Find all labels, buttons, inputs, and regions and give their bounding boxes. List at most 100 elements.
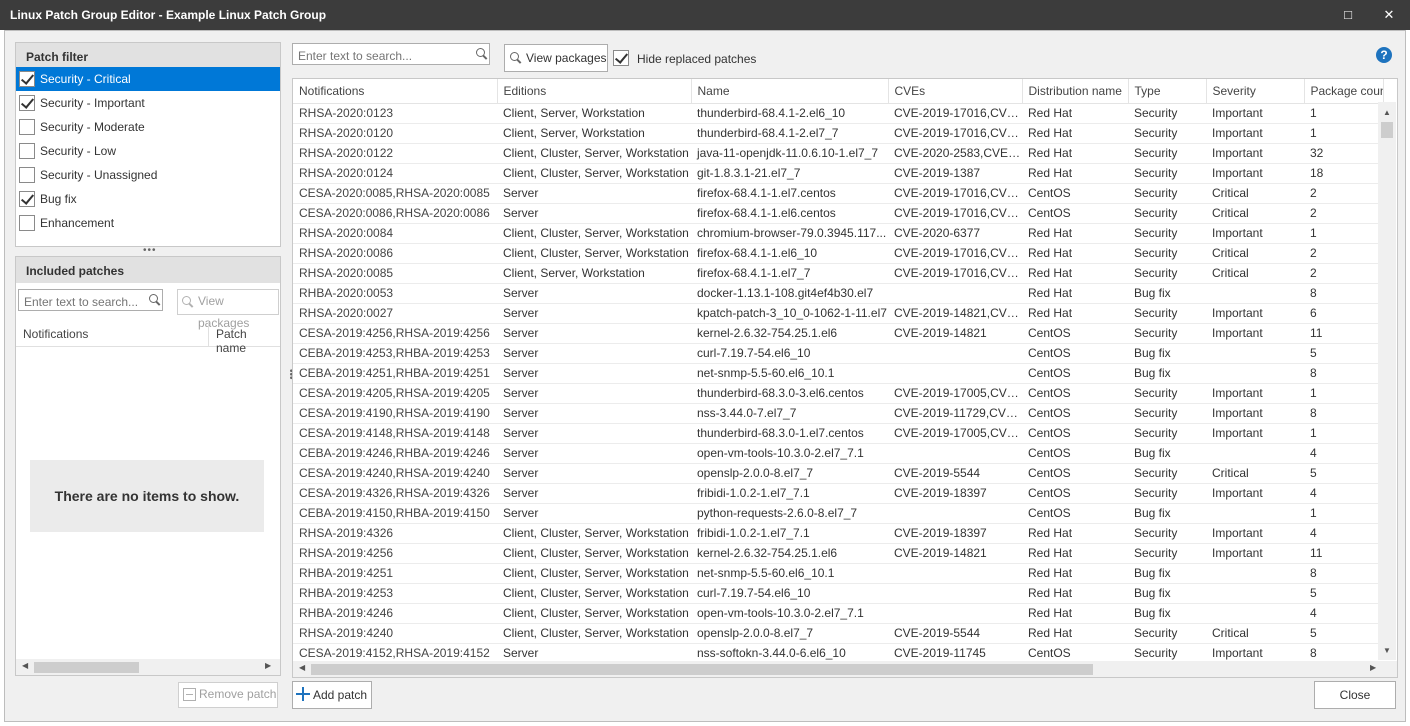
table-cell: 8 bbox=[1304, 403, 1383, 424]
table-row[interactable]: CEBA-2019:4150,RHBA-2019:4150 Server pytho… bbox=[293, 503, 1383, 524]
scrollbar-thumb[interactable] bbox=[1381, 122, 1393, 138]
table-cell: CentOS bbox=[1022, 443, 1128, 464]
grid-horizontal-scrollbar[interactable]: ◀ ▶ bbox=[293, 661, 1397, 677]
table-row[interactable]: RHSA-2020:0084 Client, Cluster, Server, W… bbox=[293, 223, 1383, 244]
column-header-package-count[interactable]: Package count bbox=[1304, 79, 1384, 104]
included-horizontal-scrollbar[interactable]: ◀ ▶ bbox=[16, 659, 280, 675]
table-cell: CVE-2019-17005,CVE... bbox=[888, 383, 1022, 404]
scroll-right-icon[interactable]: ▶ bbox=[265, 661, 271, 670]
checkbox-icon[interactable] bbox=[613, 50, 629, 66]
close-window-button[interactable]: ✕ bbox=[1377, 5, 1401, 25]
checkbox-icon[interactable] bbox=[19, 71, 35, 87]
column-header-notifications[interactable]: Notifications bbox=[23, 327, 88, 341]
checkbox-icon[interactable] bbox=[19, 143, 35, 159]
table-cell bbox=[888, 363, 1022, 384]
table-cell: Important bbox=[1206, 143, 1304, 164]
column-header-patch-name[interactable]: Patch name bbox=[216, 327, 280, 355]
table-cell: python-requests-2.6.0-8.el7_7 bbox=[691, 503, 888, 524]
checkbox-icon[interactable] bbox=[19, 167, 35, 183]
table-row[interactable]: CESA-2019:4240,RHSA-2019:4240 Server opens… bbox=[293, 463, 1383, 484]
table-row[interactable]: RHBA-2019:4246 Client, Cluster, Server, W… bbox=[293, 603, 1383, 624]
table-row[interactable]: RHBA-2020:0053 Server docker-1.13.1-108.gi… bbox=[293, 283, 1383, 304]
included-search-input[interactable] bbox=[18, 289, 163, 311]
scroll-left-icon[interactable]: ◀ bbox=[22, 661, 28, 670]
checkbox-icon[interactable] bbox=[19, 191, 35, 207]
table-cell: CentOS bbox=[1022, 503, 1128, 524]
table-row[interactable]: RHSA-2019:4326 Client, Cluster, Server, W… bbox=[293, 523, 1383, 544]
table-row[interactable]: RHSA-2020:0124 Client, Cluster, Server, W… bbox=[293, 163, 1383, 184]
search-icon[interactable] bbox=[476, 48, 488, 60]
column-header-notifications[interactable]: Notifications bbox=[293, 79, 498, 104]
table-row[interactable]: CESA-2019:4152,RHSA-2019:4152 Server nss-s… bbox=[293, 643, 1383, 664]
filter-item-enhancement[interactable]: Enhancement bbox=[16, 211, 280, 235]
column-header-severity[interactable]: Severity bbox=[1206, 79, 1305, 104]
scroll-left-icon[interactable]: ◀ bbox=[299, 663, 305, 672]
table-row[interactable]: CEBA-2019:4251,RHBA-2019:4251 Server net-s… bbox=[293, 363, 1383, 384]
table-cell: fribidi-1.0.2-1.el7_7.1 bbox=[691, 523, 888, 544]
table-row[interactable]: RHBA-2019:4253 Client, Cluster, Server, W… bbox=[293, 583, 1383, 604]
close-button[interactable]: Close bbox=[1314, 681, 1396, 709]
scrollbar-thumb[interactable] bbox=[34, 662, 139, 673]
scroll-up-icon[interactable]: ▲ bbox=[1383, 108, 1391, 117]
table-row[interactable]: RHSA-2019:4240 Client, Cluster, Server, W… bbox=[293, 623, 1383, 644]
checkbox-icon[interactable] bbox=[19, 95, 35, 111]
help-icon[interactable]: ? bbox=[1376, 47, 1392, 63]
table-row[interactable]: RHSA-2020:0086 Client, Cluster, Server, W… bbox=[293, 243, 1383, 264]
table-row[interactable]: RHSA-2019:4256 Client, Cluster, Server, W… bbox=[293, 543, 1383, 564]
table-cell: CVE-2019-14821 bbox=[888, 543, 1022, 564]
table-row[interactable]: RHSA-2020:0085 Client, Server, Workstatio… bbox=[293, 263, 1383, 284]
scroll-down-icon[interactable]: ▼ bbox=[1383, 646, 1391, 655]
column-header-name[interactable]: Name bbox=[691, 79, 889, 104]
add-patch-button[interactable]: Add patch bbox=[292, 681, 372, 709]
column-header-distribution-name[interactable]: Distribution name bbox=[1022, 79, 1129, 104]
table-row[interactable]: CESA-2019:4148,RHSA-2019:4148 Server thund… bbox=[293, 423, 1383, 444]
table-row[interactable]: RHBA-2019:4251 Client, Cluster, Server, W… bbox=[293, 563, 1383, 584]
table-row[interactable]: CESA-2019:4190,RHSA-2019:4190 Server nss-3… bbox=[293, 403, 1383, 424]
table-row[interactable]: RHSA-2020:0122 Client, Cluster, Server, W… bbox=[293, 143, 1383, 164]
checkbox-icon[interactable] bbox=[19, 215, 35, 231]
patch-search-input[interactable] bbox=[292, 43, 490, 65]
column-divider[interactable] bbox=[208, 321, 209, 347]
table-row[interactable]: CESA-2019:4256,RHSA-2019:4256 Server kerne… bbox=[293, 323, 1383, 344]
search-icon[interactable] bbox=[149, 294, 161, 306]
filter-item-security-moderate[interactable]: Security - Moderate bbox=[16, 115, 280, 139]
hide-replaced-label: Hide replaced patches bbox=[637, 52, 757, 66]
table-cell: RHSA-2019:4240 bbox=[293, 623, 497, 644]
table-cell: kernel-2.6.32-754.25.1.el6 bbox=[691, 323, 888, 344]
table-row[interactable]: CESA-2020:0085,RHSA-2020:0085 Server firef… bbox=[293, 183, 1383, 204]
table-cell: firefox-68.4.1-1.el6_10 bbox=[691, 243, 888, 264]
included-view-packages-button[interactable]: View packages bbox=[177, 289, 279, 330]
column-header-editions[interactable]: Editions bbox=[497, 79, 692, 104]
table-cell: Security bbox=[1128, 523, 1206, 544]
filter-item-security-unassigned[interactable]: Security - Unassigned bbox=[16, 163, 280, 187]
table-row[interactable]: RHSA-2020:0120 Client, Server, Workstatio… bbox=[293, 123, 1383, 144]
table-cell: Red Hat bbox=[1022, 603, 1128, 624]
grid-vertical-scrollbar[interactable]: ▲ ▼ bbox=[1378, 102, 1396, 660]
filter-item-security-critical[interactable]: Security - Critical bbox=[16, 67, 280, 91]
table-row[interactable]: CESA-2019:4326,RHSA-2019:4326 Server fribi… bbox=[293, 483, 1383, 504]
scrollbar-thumb[interactable] bbox=[311, 664, 1093, 675]
table-row[interactable]: CEBA-2019:4246,RHBA-2019:4246 Server open-… bbox=[293, 443, 1383, 464]
table-cell: RHSA-2020:0120 bbox=[293, 123, 497, 144]
table-row[interactable]: CESA-2020:0086,RHSA-2020:0086 Server firef… bbox=[293, 203, 1383, 224]
table-row[interactable]: CEBA-2019:4253,RHBA-2019:4253 Server curl-… bbox=[293, 343, 1383, 364]
maximize-button[interactable]: □ bbox=[1336, 5, 1360, 25]
column-header-cves[interactable]: CVEs bbox=[888, 79, 1023, 104]
filter-item-bug-fix[interactable]: Bug fix bbox=[16, 187, 280, 211]
filter-item-security-low[interactable]: Security - Low bbox=[16, 139, 280, 163]
table-row[interactable]: RHSA-2020:0027 Server kpatch-patch-3_10_0-… bbox=[293, 303, 1383, 324]
table-cell: Client, Cluster, Server, Workstation bbox=[497, 223, 691, 244]
checkbox-icon[interactable] bbox=[19, 119, 35, 135]
remove-patch-button[interactable]: Remove patch bbox=[178, 682, 278, 708]
table-cell: Bug fix bbox=[1128, 563, 1206, 584]
table-row[interactable]: CESA-2019:4205,RHSA-2019:4205 Server thund… bbox=[293, 383, 1383, 404]
filter-item-security-important[interactable]: Security - Important bbox=[16, 91, 280, 115]
horizontal-splitter-handle[interactable]: ••• bbox=[143, 245, 157, 256]
editor-window: Patch filter Security - Critical Securit… bbox=[4, 30, 1406, 722]
table-cell: Red Hat bbox=[1022, 123, 1128, 144]
scroll-right-icon[interactable]: ▶ bbox=[1370, 663, 1376, 672]
table-row[interactable]: RHSA-2020:0123 Client, Server, Workstatio… bbox=[293, 103, 1383, 124]
view-packages-button[interactable]: View packages bbox=[504, 44, 608, 72]
table-cell: RHBA-2019:4246 bbox=[293, 603, 497, 624]
column-header-type[interactable]: Type bbox=[1128, 79, 1207, 104]
